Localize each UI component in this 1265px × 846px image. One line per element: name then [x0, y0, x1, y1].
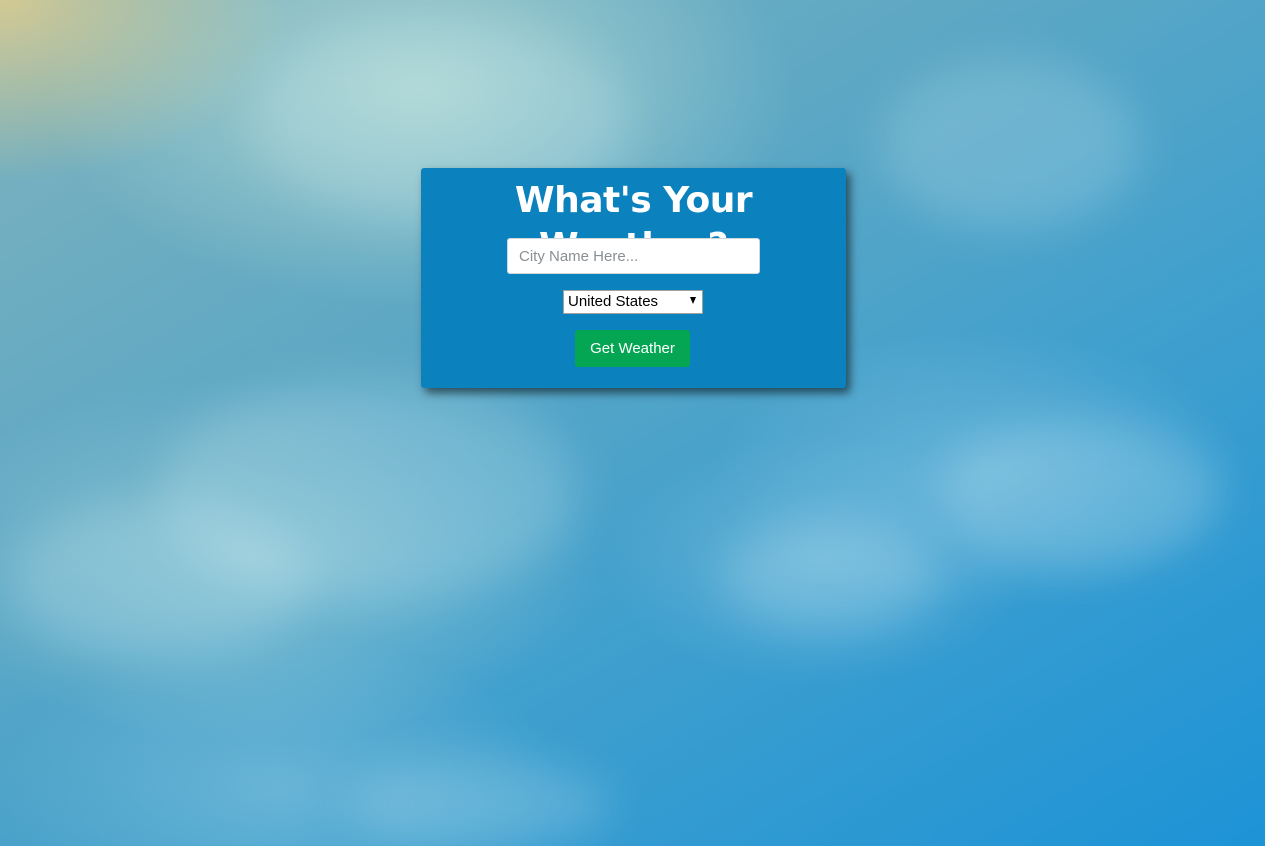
country-select[interactable]: United States [563, 290, 703, 314]
background-cloud [940, 420, 1220, 570]
chevron-down-icon [690, 297, 696, 304]
weather-form-card: What's Your Weather? United States Get W… [421, 168, 846, 388]
get-weather-button[interactable]: Get Weather [575, 330, 690, 367]
city-name-input[interactable] [507, 238, 760, 274]
background-cloud [350, 760, 610, 846]
background-cloud [720, 520, 940, 630]
background-cloud [10, 500, 310, 660]
background-cloud [880, 60, 1140, 230]
country-select-value: United States [568, 293, 659, 310]
